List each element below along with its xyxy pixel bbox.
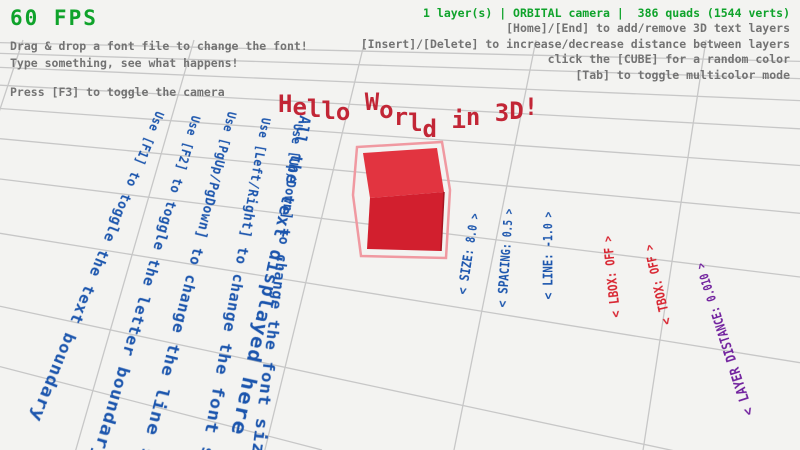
param-line: < LINE: -1.0 > bbox=[543, 212, 556, 300]
hint-type-something: Type something, see what happens! bbox=[10, 55, 308, 72]
hint-layer-distance: [Insert]/[Delete] to increase/decrease d… bbox=[361, 37, 790, 53]
hud-left: 60 FPS Drag & drop a font file to change… bbox=[10, 6, 308, 101]
viewport: Hello World in 3D! Use [F1] to toggle th… bbox=[0, 0, 800, 450]
hello-letter: r bbox=[394, 103, 408, 131]
hint-drag-drop: Drag & drop a font file to change the fo… bbox=[10, 38, 308, 55]
hello-letter: W bbox=[365, 88, 379, 116]
hint-add-remove-layers: [Home]/[End] to add/remove 3D text layer… bbox=[361, 21, 790, 37]
hello-letter: D bbox=[509, 97, 523, 125]
cube-front-face bbox=[367, 192, 444, 251]
cube[interactable] bbox=[353, 142, 450, 258]
hint-multicolor-mode: [Tab] to toggle multicolor mode bbox=[361, 68, 790, 84]
hello-letter: n bbox=[466, 103, 480, 131]
hello-letter bbox=[350, 84, 364, 112]
hello-letter: l bbox=[408, 109, 422, 137]
hello-letter bbox=[437, 84, 451, 112]
hello-letter: i bbox=[451, 106, 465, 134]
hello-letter: l bbox=[321, 97, 335, 125]
hello-letter: d bbox=[423, 115, 437, 143]
hello-letter: ! bbox=[524, 93, 538, 121]
hello-world-3d-text: Hello World in 3D! bbox=[278, 84, 538, 112]
hello-letter bbox=[480, 84, 494, 112]
hello-letter: 3 bbox=[495, 99, 509, 127]
cube-top-face bbox=[363, 148, 444, 198]
hint-cube-color: click the [CUBE] for a random color bbox=[361, 52, 790, 68]
hello-letter: o bbox=[336, 98, 350, 126]
hud-spacer bbox=[10, 72, 308, 84]
hint-toggle-camera: Press [F3] to toggle the camera bbox=[10, 84, 308, 101]
hello-letter: o bbox=[379, 96, 393, 124]
fps-counter: 60 FPS bbox=[10, 6, 308, 30]
hud-right: 1 layer(s) | ORBITAL camera | 386 quads … bbox=[361, 6, 790, 83]
stats-line: 1 layer(s) | ORBITAL camera | 386 quads … bbox=[361, 6, 790, 21]
